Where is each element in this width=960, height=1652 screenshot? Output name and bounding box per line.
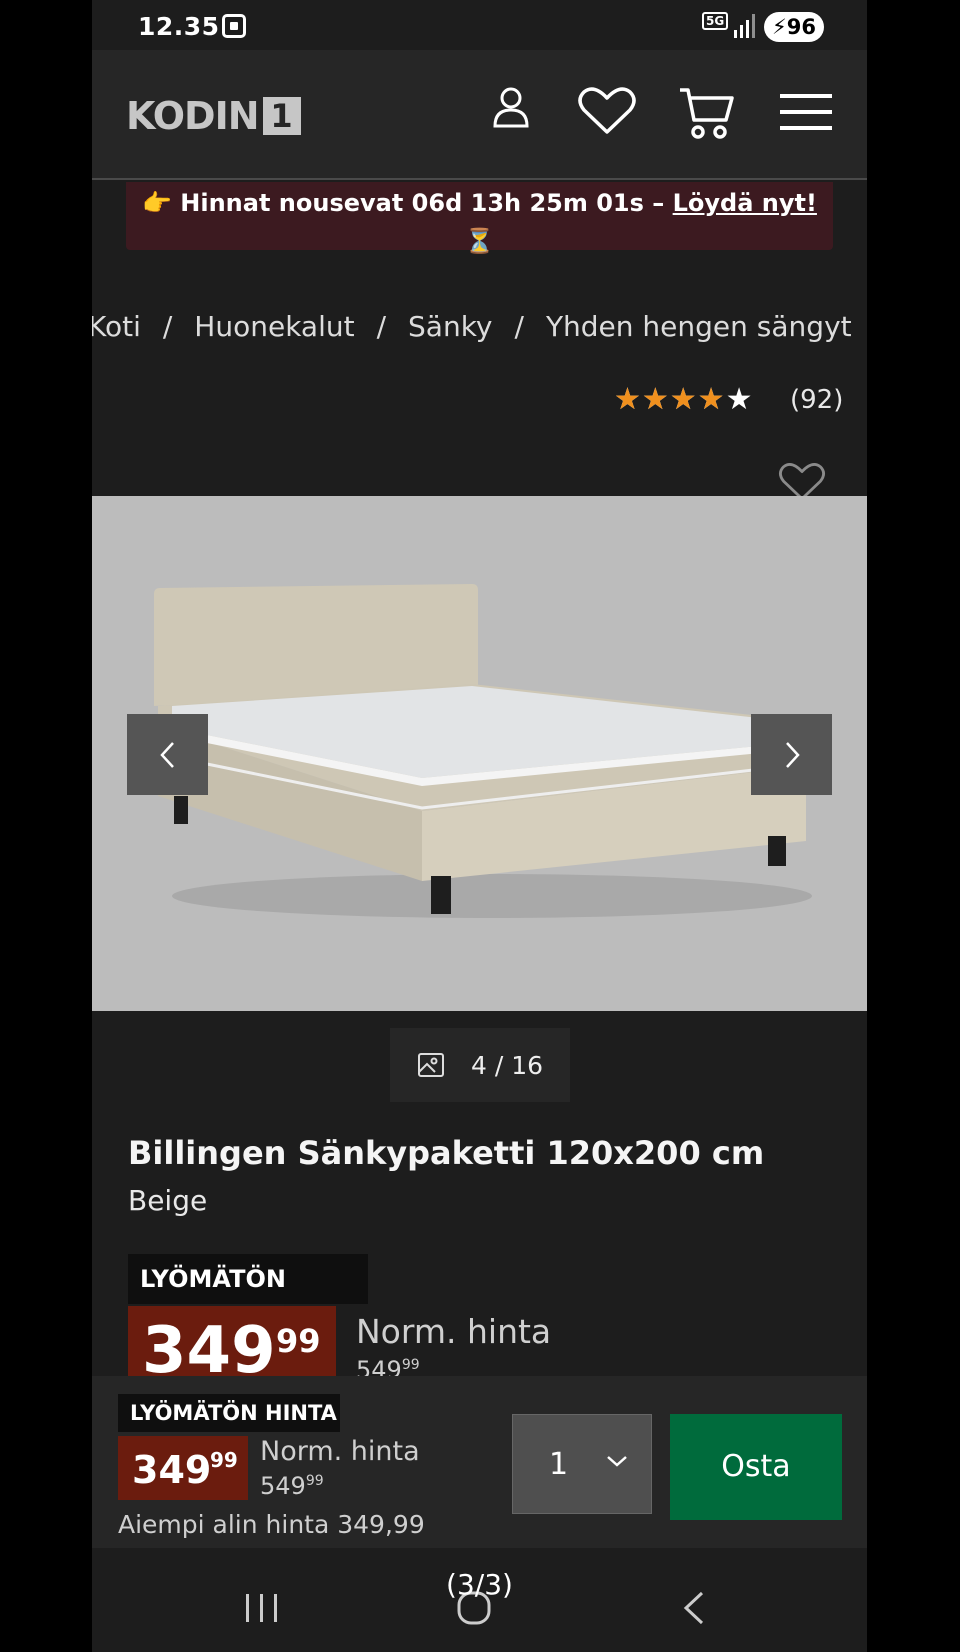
chevron-right-icon xyxy=(785,741,800,768)
promo-banner: 👉 Hinnat nousevat 06d 13h 25m 01s – Löyd… xyxy=(126,182,833,255)
sticky-normal-price-decimals: 99 xyxy=(305,1473,324,1489)
breadcrumb: Koti / Huonekalut / Sänky / Yhden hengen sängy… xyxy=(92,310,852,343)
breadcrumb-furniture[interactable]: Huonekalut xyxy=(194,310,354,343)
breadcrumb-bed[interactable]: Sänky xyxy=(408,310,492,343)
status-bar: 12.35 5G ⚡96 xyxy=(92,0,867,50)
phone-screen: 12.35 5G ⚡96 KODIN 1 👉 Hinnat nousevat 0… xyxy=(92,0,867,1652)
screenshot-icon xyxy=(222,14,246,38)
menu-icon[interactable] xyxy=(780,94,832,130)
gallery-next-button[interactable] xyxy=(751,714,832,795)
breadcrumb-home[interactable]: Koti xyxy=(92,310,141,343)
image-icon xyxy=(417,1053,444,1077)
normal-price-decimals: 99 xyxy=(401,1357,420,1373)
buy-button[interactable]: Osta xyxy=(670,1414,842,1520)
cart-icon[interactable] xyxy=(678,86,734,142)
star-filled-icons: ★★★★★ xyxy=(614,384,726,416)
product-variant: Beige xyxy=(128,1184,208,1217)
rating-stars: ★★★★★ ★★★★★ xyxy=(614,384,774,416)
sticky-normal-price: 54999 xyxy=(260,1472,324,1500)
chevron-down-icon xyxy=(607,1456,627,1467)
chevron-left-icon xyxy=(159,741,174,768)
sticky-purchase-bar: LYÖMÄTÖN HINTA 349 99 Norm. hinta 54999 … xyxy=(92,1376,867,1548)
logo-number: 1 xyxy=(262,97,301,135)
kodin1-logo[interactable]: KODIN 1 xyxy=(126,94,301,138)
sticky-current-price: 349 99 xyxy=(118,1436,248,1500)
battery-indicator: ⚡96 xyxy=(764,12,824,42)
sticky-normal-price-main: 549 xyxy=(260,1472,306,1500)
sticky-normal-price-label: Norm. hinta xyxy=(260,1436,420,1467)
quantity-value: 1 xyxy=(549,1447,569,1482)
image-counter-text: 4 / 16 xyxy=(470,1050,544,1080)
product-image-gallery[interactable] xyxy=(92,496,867,1011)
breadcrumb-separator: / xyxy=(162,310,173,343)
product-title: Billingen Sänkypaketti 120x200 cm xyxy=(128,1134,765,1172)
previous-lowest-price: Aiempi alin hinta 349,99 xyxy=(118,1510,425,1539)
logo-text: KODIN xyxy=(126,94,260,138)
sticky-price-decimals: 99 xyxy=(210,1448,238,1472)
hourglass-icon: ⏳ xyxy=(464,227,495,255)
gallery-prev-button[interactable] xyxy=(127,714,208,795)
quantity-select[interactable]: 1 xyxy=(512,1414,652,1514)
sticky-price-badge: LYÖMÄTÖN HINTA xyxy=(118,1394,340,1432)
status-time: 12.35 xyxy=(138,12,220,41)
promo-link[interactable]: Löydä nyt! xyxy=(673,189,817,217)
wishlist-heart-icon[interactable] xyxy=(578,86,636,136)
account-icon[interactable] xyxy=(492,86,530,128)
normal-price-label: Norm. hinta xyxy=(356,1312,552,1351)
breadcrumb-single-beds[interactable]: Yhden hengen sängyt xyxy=(546,310,852,343)
price-badge: LYÖMÄTÖN HINTA xyxy=(128,1254,368,1343)
review-count: (92) xyxy=(790,385,844,415)
image-counter[interactable]: 4 / 16 xyxy=(390,1028,570,1102)
site-header: KODIN 1 xyxy=(92,50,867,180)
network-5g-icon: 5G xyxy=(702,12,729,30)
product-rating[interactable]: ★★★★★ ★★★★★ (92) xyxy=(614,384,843,416)
breadcrumb-separator: / xyxy=(376,310,387,343)
battery-level: 96 xyxy=(786,15,816,39)
breadcrumb-separator: / xyxy=(514,310,524,343)
page-indicator: (3/3) xyxy=(446,1568,513,1601)
price-decimals: 99 xyxy=(276,1322,321,1360)
promo-text: 👉 Hinnat nousevat 06d 13h 25m 01s – xyxy=(142,189,673,217)
signal-icon xyxy=(734,14,756,38)
sticky-price-main: 349 xyxy=(132,1448,212,1492)
